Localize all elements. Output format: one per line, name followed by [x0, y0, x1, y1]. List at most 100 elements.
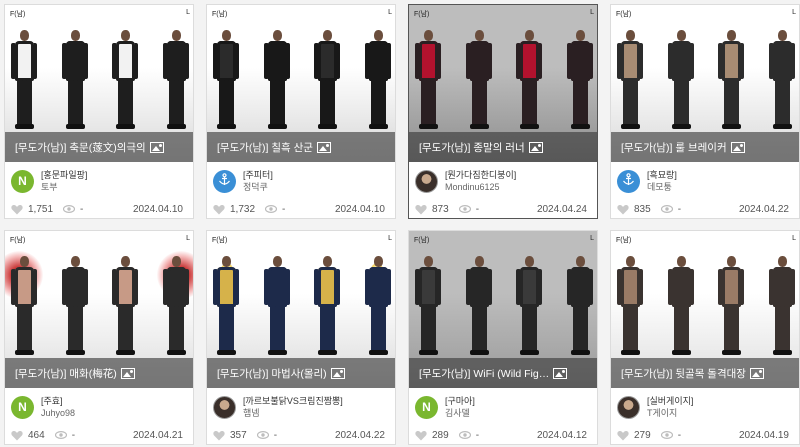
avatar[interactable]: N [415, 395, 438, 419]
author-name[interactable]: Mondinu6125 [445, 181, 516, 193]
avatar[interactable] [617, 169, 640, 193]
content-gallery-grid: F(남) L [무도가(남)] 축문(蓫文)의극의 N [홍문파일팡] 토부 1… [0, 0, 800, 447]
card-title[interactable]: [무도가(남)] 마법사(몰리) [217, 366, 327, 381]
gallery-card[interactable]: F(남) L [610, 4, 800, 219]
author-name[interactable]: 토부 [41, 181, 87, 193]
thumbnail-tag-right: L [186, 9, 190, 16]
character-figure [718, 256, 745, 356]
post-date: 2024.04.21 [132, 429, 183, 441]
gallery-card[interactable]: F(남) L [206, 230, 396, 445]
thumbnail-tag-right: L [792, 235, 796, 242]
thumbnail-tag-left: F(남) [414, 237, 430, 244]
image-icon [120, 367, 135, 379]
gallery-card[interactable]: F(남) L [610, 230, 800, 445]
outfit-thumbnail[interactable]: F(남) L [207, 5, 395, 162]
character-figure [465, 256, 492, 356]
title-overlay: [무도가(남)] 칠흑 산군 [207, 132, 395, 162]
gallery-card[interactable]: F(남) L [4, 230, 194, 445]
character-figure [566, 256, 593, 356]
card-stats: 1,751 - 2024.04.10 [11, 202, 183, 216]
heart-icon[interactable] [415, 430, 427, 441]
title-overlay: [무도가(남)] 매화(梅花) [5, 358, 193, 388]
gallery-card[interactable]: F(남) L [4, 4, 194, 219]
character-figure [61, 256, 88, 356]
avatar[interactable] [617, 395, 640, 419]
gallery-card[interactable]: F(남) L [408, 230, 598, 445]
outfit-thumbnail[interactable]: F(남) L [409, 231, 597, 388]
heart-icon[interactable] [415, 204, 427, 215]
character-preview [213, 251, 391, 356]
author-name[interactable]: 햄넴 [243, 407, 343, 419]
guild-name: [구마아] [445, 396, 475, 406]
guild-name: [주효] [41, 396, 63, 406]
character-figure [11, 256, 37, 356]
author-info: [주피터] 정덕쿠 [213, 169, 273, 193]
outfit-thumbnail[interactable]: F(남) L [611, 5, 799, 162]
card-title[interactable]: [무도가(남)] 칠흑 산군 [217, 140, 313, 155]
heart-icon[interactable] [617, 430, 629, 441]
eye-icon [458, 430, 471, 440]
gallery-card[interactable]: F(남) L [408, 4, 598, 219]
outfit-thumbnail[interactable]: F(남) L [207, 231, 395, 388]
outfit-thumbnail[interactable]: F(남) L [409, 5, 597, 162]
heart-icon[interactable] [617, 204, 629, 215]
character-preview [617, 25, 795, 130]
post-date: 2024.04.10 [132, 203, 183, 215]
character-preview [415, 25, 593, 130]
character-figure [667, 30, 694, 130]
avatar[interactable] [213, 395, 236, 419]
author-name[interactable]: 정덕쿠 [243, 181, 273, 193]
title-overlay: [무도가(남)] 뒷골목 돌격대장 [611, 358, 799, 388]
heart-icon[interactable] [213, 430, 225, 441]
author-name[interactable]: Juhyo98 [41, 407, 75, 419]
character-preview [213, 25, 391, 130]
character-figure [314, 30, 341, 130]
thumbnail-tag-left: F(남) [212, 11, 228, 18]
character-figure [263, 30, 290, 130]
avatar[interactable] [415, 169, 438, 193]
card-title[interactable]: [무도가(남)] 축문(蓫文)의극의 [15, 140, 146, 155]
guild-name: [주피터] [243, 170, 273, 180]
character-preview [415, 251, 593, 356]
avatar[interactable]: N [11, 395, 34, 419]
card-title[interactable]: [무도가(남)] 뒷골목 돌격대장 [621, 366, 746, 381]
card-stats: 464 - 2024.04.21 [11, 428, 183, 442]
character-preview [11, 25, 189, 130]
image-icon [749, 367, 764, 379]
character-preview [11, 251, 189, 356]
guild-name: [까르보불닭VS크림진짬뽕] [243, 396, 343, 406]
title-overlay: [무도가(남)] 종말의 러너 [409, 132, 597, 162]
post-date: 2024.04.22 [738, 203, 789, 215]
card-stats: 289 - 2024.04.12 [415, 428, 587, 442]
heart-icon[interactable] [11, 204, 23, 215]
image-icon [730, 141, 745, 153]
card-title[interactable]: [무도가(남)] 종말의 러너 [419, 140, 525, 155]
outfit-thumbnail[interactable]: F(남) L [5, 5, 193, 162]
card-title[interactable]: [무도가(남)] 매화(梅花) [15, 366, 117, 381]
author-name[interactable]: T게이지 [647, 407, 693, 419]
card-stats: 357 - 2024.04.22 [213, 428, 385, 442]
card-title[interactable]: [무도가(남)] WiFi (Wild Fig… [419, 366, 549, 381]
author-name[interactable]: 김사델 [445, 407, 475, 419]
anchor-icon [622, 173, 635, 189]
heart-icon[interactable] [11, 430, 23, 441]
character-figure [162, 30, 189, 130]
outfit-thumbnail[interactable]: F(남) L [611, 231, 799, 388]
thumbnail-tag-left: F(남) [616, 237, 632, 244]
outfit-thumbnail[interactable]: F(남) L [5, 231, 193, 388]
author-name[interactable]: 데모퉁 [647, 181, 677, 193]
guild-name: [실버게이지] [647, 396, 694, 406]
card-title[interactable]: [무도가(남)] 룰 브레이커 [621, 140, 727, 155]
view-count: - [71, 429, 76, 441]
avatar[interactable] [213, 169, 236, 193]
anchor-icon [218, 173, 231, 189]
like-count: 357 [230, 429, 247, 441]
post-date: 2024.04.10 [334, 203, 385, 215]
like-count: 1,751 [28, 203, 54, 215]
character-figure [465, 30, 492, 130]
character-figure [667, 256, 694, 356]
avatar[interactable]: N [11, 169, 34, 193]
thumbnail-tag-left: F(남) [616, 11, 632, 18]
heart-icon[interactable] [213, 204, 225, 215]
gallery-card[interactable]: F(남) L [206, 4, 396, 219]
